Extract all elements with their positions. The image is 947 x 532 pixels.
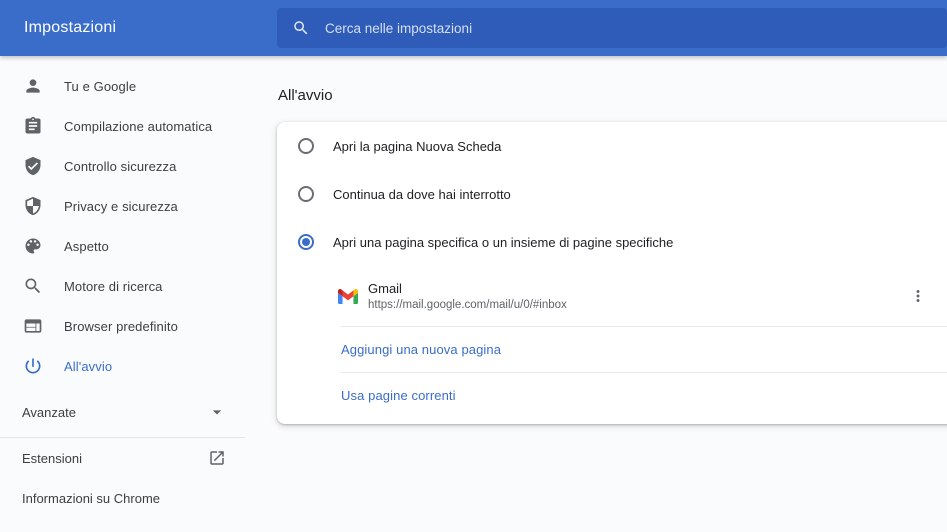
add-new-page-label: Aggiungi una nuova pagina xyxy=(341,342,501,357)
radio-button-unselected[interactable] xyxy=(298,186,314,202)
radio-label: Apri la pagina Nuova Scheda xyxy=(333,139,501,154)
sidebar-item-label: Compilazione automatica xyxy=(64,119,212,134)
sidebar-item-label: Browser predefinito xyxy=(64,319,178,334)
startup-page-entry: Gmail https://mail.google.com/mail/u/0/#… xyxy=(277,266,947,326)
search-input[interactable] xyxy=(323,8,947,48)
sidebar-item-controllo-sicurezza[interactable]: Controllo sicurezza xyxy=(0,146,245,186)
power-icon xyxy=(23,356,43,376)
radio-label: Apri una pagina specifica o un insieme d… xyxy=(333,235,673,250)
sidebar-item-label: Motore di ricerca xyxy=(64,279,163,294)
sidebar-item-label: Aspetto xyxy=(64,239,109,254)
add-new-page-button[interactable]: Aggiungi una nuova pagina xyxy=(277,327,947,372)
search-engine-icon xyxy=(23,276,43,296)
about-chrome-label: Informazioni su Chrome xyxy=(22,491,160,506)
startup-option-continue[interactable]: Continua da dove hai interrotto xyxy=(277,170,947,218)
browser-window-icon xyxy=(23,316,43,336)
chevron-down-icon xyxy=(207,402,227,422)
privacy-shield-icon xyxy=(23,196,43,216)
entry-more-menu-button[interactable] xyxy=(900,278,936,314)
sidebar-item-informazioni-su-chrome[interactable]: Informazioni su Chrome xyxy=(0,478,245,518)
sidebar-item-motore-di-ricerca[interactable]: Motore di ricerca xyxy=(0,266,245,306)
external-link-icon xyxy=(208,449,226,467)
sidebar-item-label: All'avvio xyxy=(64,359,112,374)
page-title: Impostazioni xyxy=(24,19,116,37)
sidebar-item-avanzate[interactable]: Avanzate xyxy=(0,392,245,432)
startup-option-new-tab[interactable]: Apri la pagina Nuova Scheda xyxy=(277,122,947,170)
radio-button-selected[interactable] xyxy=(298,234,314,250)
radio-label: Continua da dove hai interrotto xyxy=(333,187,511,202)
extensions-label: Estensioni xyxy=(22,451,82,466)
sidebar-item-compilazione-automatica[interactable]: Compilazione automatica xyxy=(0,106,245,146)
section-title: All'avvio xyxy=(278,87,333,104)
person-icon xyxy=(23,76,43,96)
sidebar-item-estensioni[interactable]: Estensioni xyxy=(0,438,245,478)
sidebar-item-browser-predefinito[interactable]: Browser predefinito xyxy=(0,306,245,346)
palette-icon xyxy=(23,236,43,256)
sidebar-item-privacy-e-sicurezza[interactable]: Privacy e sicurezza xyxy=(0,186,245,226)
use-current-pages-label: Usa pagine correnti xyxy=(341,388,456,403)
sidebar-item-allavvio[interactable]: All'avvio xyxy=(0,346,245,386)
on-startup-card: Apri la pagina Nuova Scheda Continua da … xyxy=(277,122,947,424)
sidebar-item-label: Privacy e sicurezza xyxy=(64,199,178,214)
advanced-label: Avanzate xyxy=(22,405,76,420)
startup-option-specific-pages[interactable]: Apri una pagina specifica o un insieme d… xyxy=(277,218,947,266)
settings-search-box[interactable] xyxy=(277,8,947,48)
settings-sidebar: Tu e Google Compilazione automatica Cont… xyxy=(0,56,245,532)
use-current-pages-button[interactable]: Usa pagine correnti xyxy=(277,373,947,418)
sidebar-item-aspetto[interactable]: Aspetto xyxy=(0,226,245,266)
sidebar-item-tu-e-google[interactable]: Tu e Google xyxy=(0,66,245,106)
sidebar-item-label: Controllo sicurezza xyxy=(64,159,176,174)
entry-title: Gmail xyxy=(368,281,567,296)
more-vert-icon xyxy=(909,287,927,305)
radio-button-unselected[interactable] xyxy=(298,138,314,154)
settings-header: Impostazioni xyxy=(0,0,947,56)
entry-url: https://mail.google.com/mail/u/0/#inbox xyxy=(368,299,567,311)
gmail-icon xyxy=(338,289,358,304)
sidebar-item-label: Tu e Google xyxy=(64,79,136,94)
search-icon xyxy=(292,19,310,37)
autofill-clipboard-icon xyxy=(23,116,43,136)
safety-check-shield-icon xyxy=(23,156,43,176)
entry-text: Gmail https://mail.google.com/mail/u/0/#… xyxy=(368,281,567,311)
